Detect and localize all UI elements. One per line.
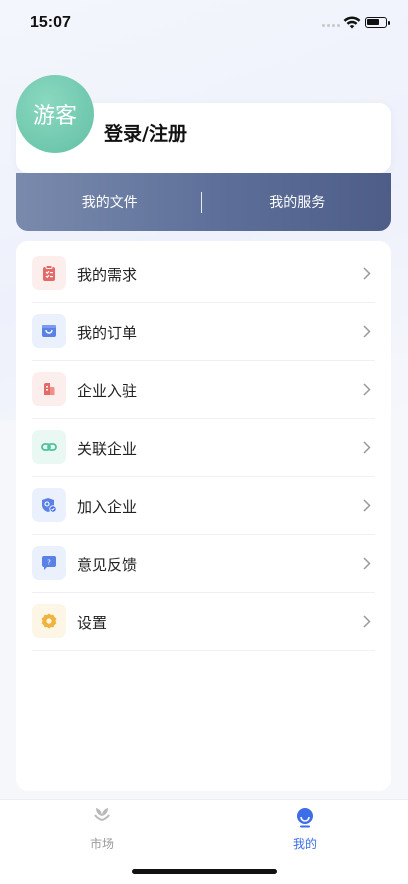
feedback-icon: ? xyxy=(32,546,66,580)
cellular-signal-icon xyxy=(322,24,340,27)
building-icon xyxy=(32,372,66,406)
avatar-text: 游客 xyxy=(32,104,77,129)
shield-check-icon xyxy=(32,488,66,522)
chevron-right-icon xyxy=(363,615,371,628)
market-tab-icon xyxy=(94,808,110,826)
wifi-icon xyxy=(343,16,361,29)
menu-item-linked-enterprise[interactable]: 关联企业 xyxy=(32,419,375,477)
chevron-right-icon xyxy=(363,383,371,396)
chevron-right-icon xyxy=(363,441,371,454)
gear-icon xyxy=(32,604,66,638)
my-files-button[interactable]: 我的文件 xyxy=(16,192,204,212)
tab-mine-label: 我的 xyxy=(292,837,317,851)
menu-item-label: 设置 xyxy=(77,614,108,632)
menu-item-settings[interactable]: 设置 xyxy=(32,593,375,651)
chevron-right-icon xyxy=(363,499,371,512)
status-time: 15:07 xyxy=(30,14,71,31)
chevron-right-icon xyxy=(363,267,371,280)
battery-icon xyxy=(365,17,390,28)
menu-item-label: 我的需求 xyxy=(77,266,138,284)
banner-divider xyxy=(201,192,202,213)
tab-market[interactable]: 市场 xyxy=(62,806,142,852)
tab-market-label: 市场 xyxy=(89,837,114,851)
files-services-banner: 我的文件 我的服务 xyxy=(16,173,391,231)
status-bar: 15:07 xyxy=(0,0,408,48)
menu-card: 我的需求 我的订单 企业入驻 关联企业 加入企业 ? 意见反馈 设置 xyxy=(16,241,391,791)
clipboard-icon xyxy=(32,256,66,290)
menu-item-feedback[interactable]: ? 意见反馈 xyxy=(32,535,375,593)
menu-item-label: 加入企业 xyxy=(77,498,138,516)
menu-item-label: 我的订单 xyxy=(77,324,138,342)
chevron-right-icon xyxy=(363,325,371,338)
menu-item-enterprise-entry[interactable]: 企业入驻 xyxy=(32,361,375,419)
profile-tab-icon xyxy=(297,808,313,828)
menu-item-my-orders[interactable]: 我的订单 xyxy=(32,303,375,361)
home-indicator xyxy=(132,869,277,874)
menu-item-label: 意见反馈 xyxy=(77,556,138,574)
my-services-button[interactable]: 我的服务 xyxy=(204,192,392,212)
chevron-right-icon xyxy=(363,557,371,570)
menu-item-label: 关联企业 xyxy=(77,440,138,458)
menu-item-join-enterprise[interactable]: 加入企业 xyxy=(32,477,375,535)
avatar[interactable]: 游客 xyxy=(16,75,94,153)
svg-text:?: ? xyxy=(47,559,51,567)
tab-mine[interactable]: 我的 xyxy=(265,806,345,852)
login-register-link[interactable]: 登录/注册 xyxy=(104,119,187,146)
shopping-bag-icon xyxy=(32,314,66,348)
menu-item-my-requirements[interactable]: 我的需求 xyxy=(32,245,375,303)
link-icon xyxy=(32,430,66,464)
menu-item-label: 企业入驻 xyxy=(77,382,138,400)
